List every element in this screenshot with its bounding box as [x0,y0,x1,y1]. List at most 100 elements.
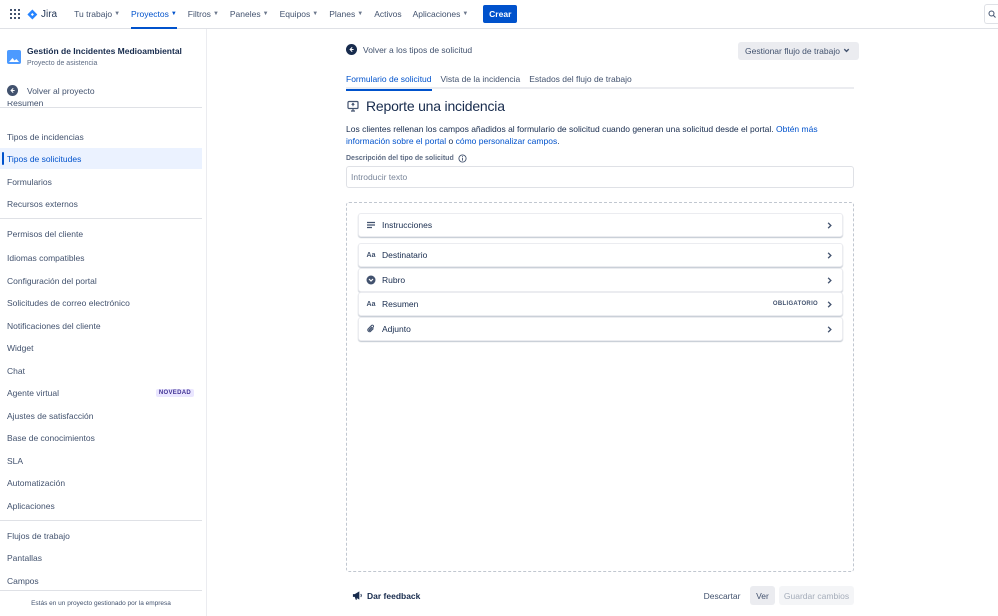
customize-fields-link[interactable]: cómo personalizar campos [456,136,558,146]
jira-logo-icon [27,9,38,20]
manage-workflow-label: Gestionar flujo de trabajo [745,46,840,56]
give-feedback-button[interactable]: Dar feedback [352,590,420,601]
nav-equipos[interactable]: Equipos ▼ [276,0,323,29]
app-switcher-icon[interactable] [10,9,20,19]
discard-button[interactable]: Descartar [699,586,745,605]
chevron-down-icon: ▼ [170,11,177,17]
sidebar-item-label: Automatización [7,477,66,488]
sidebar-item-label: Solicitudes de correo electrónico [7,297,130,308]
jira-logo-text: Jira [41,8,58,20]
sidebar-item-label: Permisos del cliente [7,228,84,239]
request-type-icon[interactable] [347,100,359,112]
chevron-right-icon [827,301,832,308]
nav-paneles[interactable]: Paneles ▼ [226,0,273,29]
sidebar-item-ajustes-de-satisfaccion[interactable]: Ajustes de satisfacción [0,405,202,426]
nav-label: Planes [329,9,356,19]
form-field-resumen[interactable]: Aa Resumen OBLIGATORIO [358,292,843,316]
request-type-description-input[interactable] [346,166,854,188]
project-type: Proyecto de asistencia [27,60,98,67]
nav-label: Proyectos [131,9,169,19]
sidebar-item-sla[interactable]: SLA [0,450,202,471]
nav-planes[interactable]: Planes ▼ [325,0,367,29]
megaphone-icon [352,591,362,600]
search-button[interactable] [984,4,998,24]
project-header: Gestión de Incidentes Medioambiental Pro… [7,46,182,67]
form-field-destinatario[interactable]: Aa Destinatario [358,243,843,267]
nav-filtros[interactable]: Filtros ▼ [184,0,223,29]
sidebar-item-configuracion-del-portal[interactable]: Configuración del portal [0,270,202,291]
sidebar-item-label: Pantallas [7,552,42,563]
description-end: . [557,135,560,146]
info-icon[interactable] [458,154,467,163]
sidebar-item-widget[interactable]: Widget [0,337,202,358]
sidebar-item-permisos-del-cliente[interactable]: Permisos del cliente [0,223,202,244]
sidebar-item-agente-virtual[interactable]: Agente virtual NOVEDAD [0,382,202,403]
sidebar-item-resumen[interactable]: Resumen [7,101,43,107]
tab-vista-de-la-incidencia[interactable]: Vista de la incidencia [441,72,521,89]
nav-label: Filtros [187,9,211,19]
select-dropdown-icon [365,274,377,286]
request-type-description-label: Descripción del tipo de solicitud [346,154,467,163]
sidebar-item-label: Aplicaciones [7,500,55,511]
sidebar-item-label: Chat [7,365,25,376]
sidebar-item-label: Idiomas compatibles [7,252,85,263]
sidebar-item-chat[interactable]: Chat [0,360,202,381]
text-field-icon: Aa [366,251,376,259]
arrow-left-icon [346,44,357,55]
sidebar-item-automatizacion[interactable]: Automatización [0,472,202,493]
view-button[interactable]: Ver [750,586,775,605]
required-badge: OBLIGATORIO [772,301,818,307]
form-field-label: Destinatario [382,250,428,260]
description-body: Los clientes rellenan los campos añadido… [346,124,776,134]
nav-label: Equipos [279,9,311,19]
sidebar-item-label: Flujos de trabajo [7,530,70,541]
sidebar-item-notificaciones-del-cliente[interactable]: Notificaciones del cliente [0,315,202,336]
form-field-adjunto[interactable]: Adjunto [358,317,843,341]
divider [0,218,202,219]
sidebar-item-pantallas[interactable]: Pantallas [0,547,202,568]
nav-tu-trabajo[interactable]: Tu trabajo ▼ [70,0,124,29]
arrow-left-icon [7,85,18,96]
form-field-label: Adjunto [382,324,411,334]
jira-logo[interactable]: Jira [27,9,57,20]
tabs: Formulario de solicitud Vista de la inci… [346,72,854,91]
form-field-rubro[interactable]: Rubro [358,268,843,292]
description-text: Los clientes rellenan los campos añadido… [346,124,854,147]
field-label-text: Descripción del tipo de solicitud [346,155,454,162]
chevron-down-icon: ▼ [114,11,121,17]
sidebar-item-recursos-externos[interactable]: Recursos externos [0,193,202,214]
create-button[interactable]: Crear [483,5,518,23]
sidebar: Gestión de Incidentes Medioambiental Pro… [0,29,207,616]
manage-workflow-button[interactable]: Gestionar flujo de trabajo [738,42,859,60]
nav-label: Activos [374,9,402,19]
sidebar-item-campos[interactable]: Campos [0,570,202,591]
sidebar-item-formularios[interactable]: Formularios [0,171,202,192]
sidebar-item-tipos-de-incidencias[interactable]: Tipos de incidencias [0,126,202,147]
sidebar-item-label: Base de conocimientos [7,432,95,443]
sidebar-item-tipos-de-solicitudes[interactable]: Tipos de solicitudes [0,148,202,169]
form-field-instrucciones[interactable]: Instrucciones [358,213,843,237]
nav-activos[interactable]: Activos [370,0,405,29]
save-changes-button[interactable]: Guardar cambios [779,586,854,605]
nav-label: Aplicaciones [412,9,461,19]
nav-proyectos[interactable]: Proyectos ▼ [127,0,181,29]
sidebar-item-aplicaciones[interactable]: Aplicaciones [0,495,202,516]
sidebar-item-base-de-conocimientos[interactable]: Base de conocimientos [0,427,202,448]
new-badge: NOVEDAD [155,388,194,397]
chevron-right-icon [827,222,832,229]
feedback-label: Dar feedback [367,590,421,601]
nav-items: Tu trabajo ▼ Proyectos ▼ Filtros ▼ Paneles ▼… [70,0,518,29]
chevron-right-icon [827,326,832,333]
sidebar-item-label: Formularios [7,176,52,187]
sidebar-item-solicitudes-de-correo[interactable]: Solicitudes de correo electrónico [0,292,202,313]
sidebar-item-label: Widget [7,342,34,353]
back-to-request-types-link[interactable]: Volver a los tipos de solicitud [346,44,472,55]
back-to-project-link[interactable]: Volver al proyecto [7,85,95,96]
sidebar-item-idiomas-compatibles[interactable]: Idiomas compatibles [0,247,202,268]
tab-formulario-de-solicitud[interactable]: Formulario de solicitud [346,72,432,91]
project-avatar [7,50,21,64]
nav-aplicaciones[interactable]: Aplicaciones ▼ [409,0,473,29]
sidebar-item-flujos-de-trabajo[interactable]: Flujos de trabajo [0,525,202,546]
tab-estados-del-flujo[interactable]: Estados del flujo de trabajo [529,72,632,89]
project-name: Gestión de Incidentes Medioambiental [27,46,182,56]
